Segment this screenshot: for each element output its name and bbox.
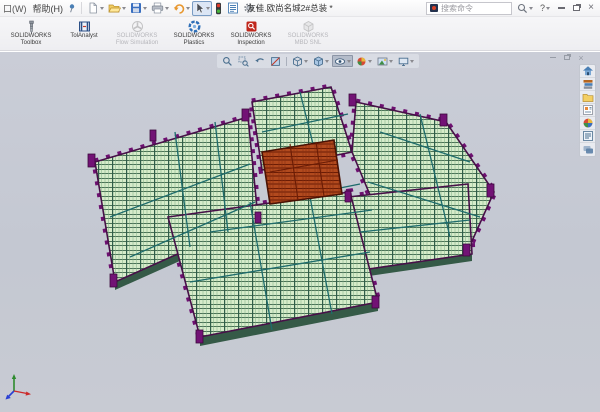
core-red-section — [262, 140, 342, 204]
section-view-icon — [270, 56, 281, 67]
zoom-to-area-icon — [238, 56, 249, 67]
zoom-to-fit-button[interactable] — [220, 55, 235, 67]
appearances-sphere-icon — [582, 117, 594, 129]
help-button[interactable]: ? — [538, 1, 552, 16]
graphics-viewport[interactable]: × — [0, 52, 600, 412]
minimize-icon — [558, 7, 565, 9]
mbd-snl-icon — [302, 19, 315, 33]
edit-appearance-button[interactable] — [354, 55, 374, 67]
addin-plastics[interactable]: SOLIDWORKS Plastics — [167, 19, 221, 47]
view-orientation-icon — [292, 56, 303, 67]
toolbar-separator — [81, 2, 82, 14]
scene-icon — [377, 56, 388, 67]
heads-up-view-toolbar — [217, 54, 419, 68]
solidworks-window: 口(W) 帮助(H) — [0, 0, 600, 412]
view-orientation-button[interactable] — [290, 55, 310, 67]
search-box[interactable] — [426, 2, 512, 15]
addin-label: SOLIDWORKS Plastics — [167, 33, 221, 47]
title-bar: 口(W) 帮助(H) — [0, 0, 600, 17]
search-icon — [517, 3, 528, 14]
solidworks-logo-icon — [430, 4, 438, 12]
appearances-scenes-tab[interactable] — [580, 117, 595, 130]
search-options-button[interactable] — [515, 1, 535, 16]
close-icon: × — [588, 3, 594, 13]
inspection-icon — [245, 19, 258, 33]
addin-label: SOLIDWORKS Toolbox — [4, 33, 58, 47]
new-document-button[interactable] — [85, 1, 106, 16]
hud-separator — [286, 57, 287, 66]
addin-inspection[interactable]: SOLIDWORKS Inspection — [224, 19, 278, 47]
file-explorer-tab[interactable] — [580, 91, 595, 104]
addin-tolanalyst[interactable]: TolAnalyst — [61, 19, 107, 40]
zoom-to-fit-icon — [222, 56, 233, 67]
custom-properties-icon — [582, 130, 594, 142]
new-document-icon — [87, 2, 99, 14]
addin-solidworks-toolbox[interactable]: SOLIDWORKS Toolbox — [4, 19, 58, 47]
titlebar-right-cluster: ? × — [426, 1, 597, 16]
pin-icon[interactable] — [67, 3, 78, 14]
forum-icon — [582, 144, 594, 156]
plastics-icon — [188, 19, 201, 33]
open-button[interactable] — [106, 1, 128, 16]
assembly-model — [0, 52, 600, 412]
eye-icon — [334, 56, 346, 67]
help-label: ? — [540, 3, 545, 13]
addin-label: TolAnalyst — [70, 33, 97, 40]
restore-button[interactable] — [570, 2, 582, 15]
zoom-to-area-button[interactable] — [236, 55, 251, 67]
design-library-tab[interactable] — [580, 78, 595, 91]
toolbox-icon — [25, 19, 38, 33]
close-button[interactable]: × — [585, 2, 597, 15]
doc-restore-button[interactable] — [562, 53, 572, 62]
menu-help[interactable]: 帮助(H) — [29, 2, 68, 15]
addin-label: SOLIDWORKS Flow Simulation — [110, 33, 164, 47]
appearance-sphere-icon — [356, 56, 367, 67]
addin-mbd-snl[interactable]: SOLIDWORKS MBD SNL — [281, 19, 335, 47]
view-settings-button[interactable] — [396, 55, 416, 67]
previous-view-icon — [254, 56, 265, 67]
doc-close-button[interactable]: × — [576, 53, 586, 62]
custom-properties-tab[interactable] — [580, 130, 595, 143]
previous-view-button[interactable] — [252, 55, 267, 67]
addin-label: SOLIDWORKS MBD SNL — [281, 33, 335, 47]
doc-restore-icon — [564, 55, 570, 60]
document-title: 友佳.欧尚名城2#总装 * — [150, 2, 430, 14]
restore-icon — [573, 5, 580, 11]
solidworks-forum-tab[interactable] — [580, 143, 595, 156]
flow-simulation-icon — [131, 19, 144, 33]
hide-show-items-button[interactable] — [332, 55, 353, 67]
solidworks-resources-tab[interactable] — [580, 65, 595, 78]
apply-scene-button[interactable] — [375, 55, 395, 67]
display-style-button[interactable] — [311, 55, 331, 67]
addin-flow-simulation[interactable]: SOLIDWORKS Flow Simulation — [110, 19, 164, 47]
menu-window-partial[interactable]: 口(W) — [3, 2, 29, 15]
view-settings-icon — [398, 56, 409, 67]
view-palette-tab[interactable] — [580, 104, 595, 117]
tolanalyst-icon — [78, 19, 91, 33]
view-palette-icon — [582, 104, 594, 116]
save-icon — [130, 2, 142, 14]
design-library-icon — [582, 78, 594, 90]
task-pane-strip — [579, 64, 596, 157]
folder-icon — [582, 92, 594, 103]
home-icon — [582, 65, 594, 77]
panel-slabs — [95, 87, 494, 337]
open-icon — [108, 2, 121, 14]
minimize-button[interactable] — [555, 2, 567, 15]
display-style-icon — [313, 56, 324, 67]
addin-label: SOLIDWORKS Inspection — [224, 33, 278, 47]
origin-triad — [4, 372, 34, 400]
save-button[interactable] — [128, 1, 149, 16]
section-view-button[interactable] — [268, 55, 283, 67]
addins-toolbar: SOLIDWORKS Toolbox TolAnalyst SOLIDWORKS… — [0, 17, 600, 51]
search-input[interactable] — [441, 4, 501, 13]
doc-minimize-button[interactable] — [548, 53, 558, 62]
doc-close-icon: × — [578, 53, 583, 63]
doc-minimize-icon — [550, 57, 556, 59]
document-window-controls: × — [548, 53, 586, 62]
